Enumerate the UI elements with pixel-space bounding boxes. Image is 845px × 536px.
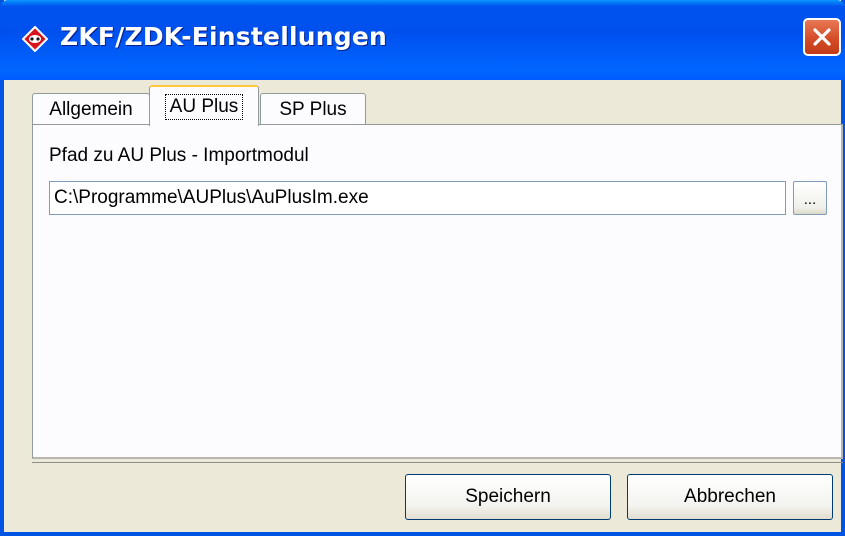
- save-button[interactable]: Speichern: [405, 474, 611, 520]
- cancel-button-label: Abbrechen: [684, 486, 776, 507]
- app-diamond-icon: [22, 26, 48, 52]
- window-title: ZKF/ZDK-Einstellungen: [60, 22, 387, 51]
- tab-label: AU Plus: [164, 93, 244, 120]
- settings-dialog: ZKF/ZDK-Einstellungen Allgemein AU Plus …: [0, 0, 845, 536]
- tab-label: SP Plus: [279, 98, 347, 120]
- title-bar[interactable]: ZKF/ZDK-Einstellungen: [0, 0, 845, 80]
- divider: [32, 462, 843, 463]
- tab-allgemein[interactable]: Allgemein: [32, 93, 150, 125]
- tab-sp-plus[interactable]: SP Plus: [260, 93, 366, 125]
- cancel-button[interactable]: Abbrechen: [627, 474, 833, 520]
- import-path-label: Pfad zu AU Plus - Importmodul: [49, 145, 309, 166]
- browse-button[interactable]: ...: [793, 181, 827, 215]
- import-path-input[interactable]: [49, 181, 786, 215]
- save-button-label: Speichern: [465, 486, 551, 507]
- close-icon: [813, 28, 831, 46]
- tab-panel-au-plus: Pfad zu AU Plus - Importmodul ...: [32, 124, 843, 459]
- tab-au-plus[interactable]: AU Plus: [149, 85, 259, 126]
- tab-label: Allgemein: [49, 98, 133, 120]
- close-button[interactable]: [803, 18, 841, 56]
